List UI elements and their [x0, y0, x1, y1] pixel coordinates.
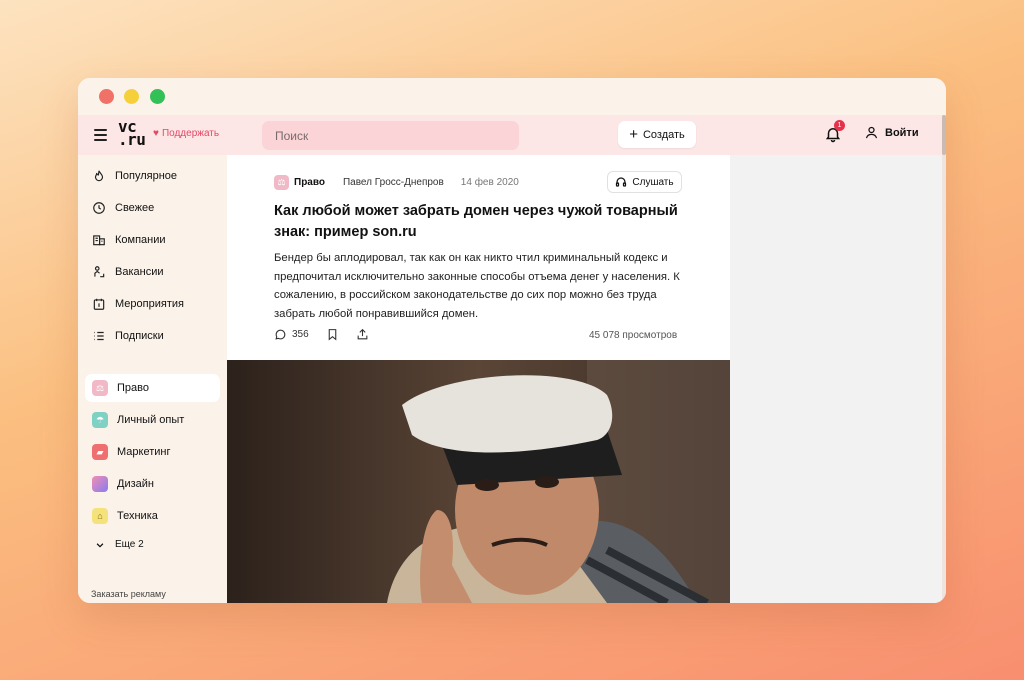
design-icon — [92, 476, 108, 492]
support-label: Поддержать — [161, 128, 220, 139]
sidebar-item-law[interactable]: ⚖ Право — [85, 374, 220, 402]
sidebar-item-label: Дизайн — [117, 478, 154, 490]
listen-button[interactable]: Слушать — [607, 171, 682, 193]
right-panel — [730, 155, 942, 603]
login-button[interactable]: Войти — [864, 125, 919, 140]
plus-icon: + — [629, 126, 638, 143]
post-views: 45 078 просмотров — [589, 330, 678, 341]
sidebar-item-label: Вакансии — [115, 266, 164, 278]
sidebar-item-events[interactable]: Мероприятия — [85, 290, 220, 318]
megaphone-icon: ▰ — [92, 444, 108, 460]
sidebar-item-companies[interactable]: Компании — [85, 226, 220, 254]
scrollbar[interactable] — [942, 115, 946, 603]
login-label: Войти — [885, 126, 919, 139]
post-author[interactable]: Павел Гросс-Днепров — [343, 177, 444, 188]
post-date: 14 фев 2020 — [460, 177, 519, 188]
post-category[interactable]: ⚖ Право — [274, 175, 325, 190]
sidebar-item-label: Маркетинг — [117, 446, 171, 458]
sidebar-item-label: Право — [117, 382, 149, 394]
comments-button[interactable]: 356 — [274, 328, 309, 341]
umbrella-icon: ☂ — [92, 412, 108, 428]
sidebar-item-fresh[interactable]: Свежее — [85, 194, 220, 222]
close-window-button[interactable] — [99, 89, 114, 104]
sidebar-item-label: Мероприятия — [115, 298, 184, 310]
comments-count: 356 — [292, 329, 309, 340]
sidebar-item-label: Техника — [117, 510, 158, 522]
bookmark-icon — [328, 329, 336, 341]
tech-icon: ⌂ — [92, 508, 108, 524]
building-icon — [93, 235, 105, 246]
calendar-icon — [93, 298, 105, 310]
post-image-illustration — [227, 360, 730, 603]
list-icon — [94, 331, 104, 341]
post-title[interactable]: Как любой может забрать домен через чужо… — [274, 201, 694, 243]
browser-window: vc .ru ♥ Поддержать + Создать 1 Войти По… — [78, 78, 946, 603]
logo-line-2: .ru — [118, 130, 146, 149]
sidebar-item-label: Компании — [115, 234, 166, 246]
sidebar-item-marketing[interactable]: ▰ Маркетинг — [85, 438, 220, 466]
post-category-label: Право — [294, 177, 325, 188]
create-button[interactable]: + Создать — [618, 121, 696, 148]
menu-icon[interactable] — [94, 129, 107, 141]
maximize-window-button[interactable] — [150, 89, 165, 104]
sidebar-item-popular[interactable]: Популярное — [85, 162, 220, 190]
show-more-button[interactable]: Еще 2 — [95, 539, 144, 550]
headphones-icon — [616, 177, 627, 187]
user-icon — [865, 126, 878, 139]
chevron-down-icon — [96, 542, 104, 548]
sidebar-item-label: Личный опыт — [117, 414, 185, 426]
post-actions: 356 — [274, 328, 386, 341]
notification-badge: 1 — [834, 120, 845, 131]
order-ad-link[interactable]: Заказать рекламу — [91, 589, 166, 599]
show-more-label: Еще 2 — [115, 539, 144, 550]
minimize-window-button[interactable] — [124, 89, 139, 104]
gavel-icon: ⚖ — [274, 175, 289, 190]
comment-icon — [275, 329, 286, 340]
post-lead: Бендер бы аплодировал, так как он как ни… — [274, 252, 680, 320]
search-input[interactable] — [262, 121, 519, 150]
worker-icon — [94, 266, 105, 278]
share-icon — [357, 328, 368, 340]
gavel-icon: ⚖ — [92, 380, 108, 396]
sidebar-item-label: Подписки — [115, 330, 164, 342]
create-label: Создать — [642, 128, 685, 141]
sidebar: Популярное Свежее Компании Вакансии Меро… — [78, 155, 227, 603]
flame-icon — [94, 170, 104, 182]
sidebar-item-vacancies[interactable]: Вакансии — [85, 258, 220, 286]
sidebar-item-personal-experience[interactable]: ☂ Личный опыт — [85, 406, 220, 434]
title-bar — [78, 78, 946, 115]
support-link[interactable]: ♥ Поддержать — [153, 128, 219, 139]
clock-icon — [93, 202, 105, 214]
heart-icon: ♥ — [153, 128, 159, 139]
post-image[interactable] — [227, 360, 730, 603]
sidebar-item-tech[interactable]: ⌂ Техника — [85, 502, 220, 530]
share-button[interactable] — [356, 328, 369, 341]
sidebar-item-label: Популярное — [115, 170, 178, 182]
bookmark-button[interactable] — [326, 328, 339, 341]
sidebar-item-design[interactable]: Дизайн — [85, 470, 220, 498]
site-header: vc .ru ♥ Поддержать + Создать 1 Войти — [78, 115, 946, 155]
scrollbar-thumb[interactable] — [942, 115, 946, 155]
sidebar-item-subscriptions[interactable]: Подписки — [85, 322, 220, 350]
sidebar-item-label: Свежее — [115, 202, 155, 214]
site-logo[interactable]: vc .ru — [118, 119, 146, 149]
feed: ⚖ Право Павел Гросс-Днепров 14 фев 2020 … — [227, 155, 730, 603]
post-meta: ⚖ Право Павел Гросс-Днепров 14 фев 2020 — [274, 175, 519, 190]
listen-label: Слушать — [632, 176, 674, 188]
